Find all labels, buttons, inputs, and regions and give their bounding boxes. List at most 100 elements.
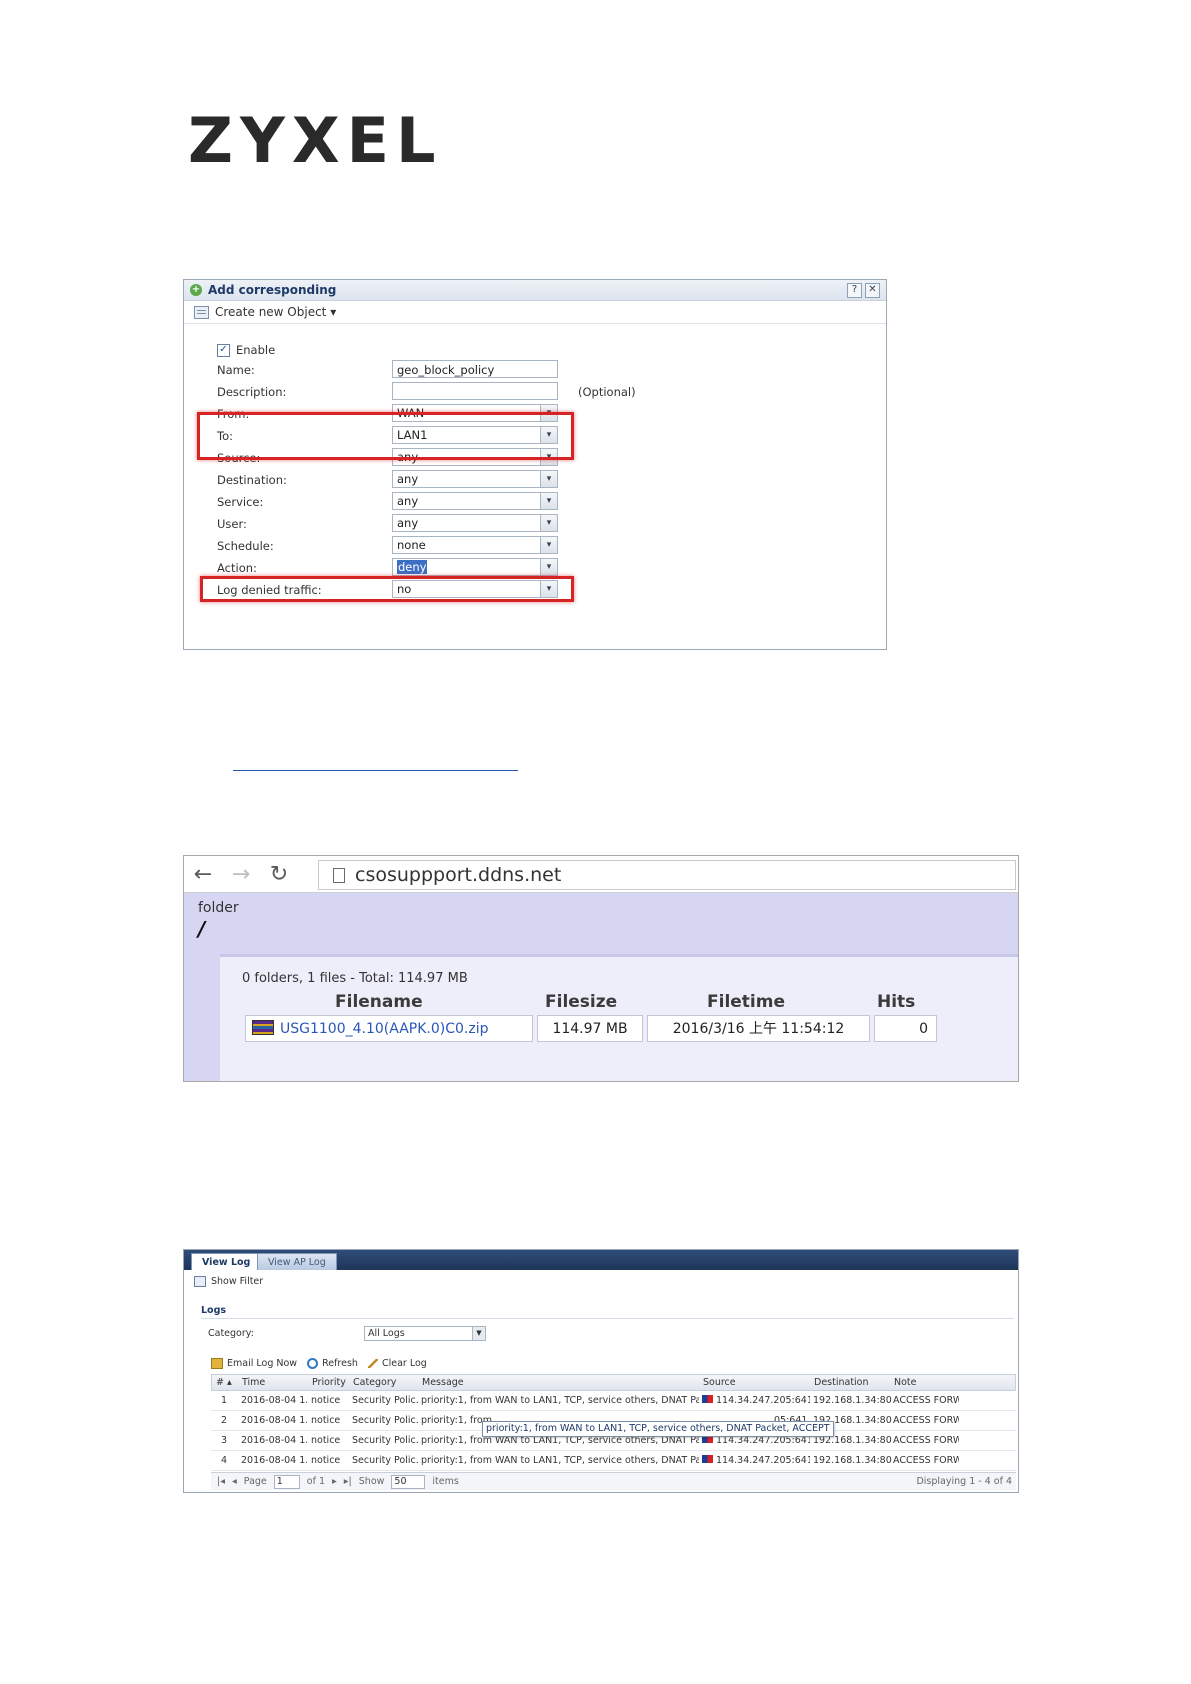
- message-tooltip: priority:1, from WAN to LAN1, TCP, servi…: [482, 1421, 834, 1437]
- category-label: Category:: [208, 1328, 254, 1339]
- action-label: Action:: [217, 561, 257, 575]
- chevron-down-icon[interactable]: ▾: [540, 559, 557, 575]
- url-input[interactable]: csosuppport.ddns.net: [318, 860, 1016, 890]
- row-category: Security Polic...: [352, 1455, 418, 1466]
- action-value: deny: [397, 560, 428, 574]
- row-priority: notice: [311, 1395, 341, 1406]
- flag-icon: [702, 1395, 713, 1403]
- clear-log-button[interactable]: Clear Log: [367, 1358, 427, 1369]
- row-source: 114.34.247.205:641...: [702, 1391, 810, 1410]
- optional-hint: (Optional): [578, 385, 636, 399]
- last-page-icon[interactable]: ▸|: [344, 1476, 352, 1487]
- forward-arrow-icon[interactable]: →: [222, 862, 260, 887]
- displaying-count: Displaying 1 - 4 of 4: [916, 1476, 1012, 1487]
- chevron-down-icon[interactable]: ▼: [472, 1327, 485, 1340]
- row-category: Security Polic...: [352, 1395, 418, 1406]
- refresh-icon: [307, 1358, 319, 1369]
- schedule-value: none: [397, 538, 426, 552]
- page-of-label: of 1: [306, 1476, 325, 1487]
- name-field[interactable]: geo_block_policy: [392, 360, 558, 378]
- table-row[interactable]: 4 2016-08-04 1... notice Security Polic.…: [211, 1451, 1016, 1471]
- first-page-icon[interactable]: |◂: [217, 1476, 225, 1487]
- add-icon: +: [190, 284, 202, 296]
- row-priority: notice: [311, 1415, 341, 1426]
- service-select[interactable]: any ▾: [392, 492, 558, 510]
- tab-view-ap-log[interactable]: View AP Log: [257, 1253, 337, 1270]
- page-input[interactable]: 1: [273, 1474, 300, 1489]
- table-row[interactable]: 1 2016-08-04 1... notice Security Polic.…: [211, 1391, 1016, 1411]
- category-value: All Logs: [368, 1328, 405, 1339]
- column-category[interactable]: Category: [353, 1375, 396, 1390]
- column-note[interactable]: Note: [894, 1375, 917, 1390]
- action-select[interactable]: deny ▾: [392, 558, 558, 576]
- column-destination[interactable]: Destination: [814, 1375, 869, 1390]
- chevron-down-icon[interactable]: ▾: [540, 515, 557, 531]
- row-source: 114.34.247.205:641...: [702, 1451, 810, 1470]
- folder-label: folder: [198, 900, 239, 916]
- file-link[interactable]: USG1100_4.10(AAPK.0)C0.zip: [280, 1021, 489, 1037]
- file-listing: 0 folders, 1 files - Total: 114.97 MB Fi…: [220, 954, 1018, 1081]
- clear-log-label: Clear Log: [381, 1358, 427, 1369]
- create-new-object-menu[interactable]: Create new Object ▾: [215, 305, 336, 319]
- email-log-now-label: Email Log Now: [227, 1358, 298, 1369]
- tab-view-log[interactable]: View Log: [191, 1253, 262, 1270]
- reload-icon[interactable]: ↻: [260, 862, 298, 887]
- logs-heading: Logs: [201, 1305, 227, 1316]
- back-arrow-icon[interactable]: ←: [184, 862, 222, 887]
- browser-window: ← → ↻ csosuppport.ddns.net folder / 0 fo…: [183, 855, 1019, 1082]
- prev-page-icon[interactable]: ◂: [232, 1476, 237, 1487]
- column-time[interactable]: Time: [242, 1375, 265, 1390]
- destination-select[interactable]: any ▾: [392, 470, 558, 488]
- enable-checkbox[interactable]: ✓: [217, 343, 230, 357]
- broom-icon: [367, 1359, 378, 1368]
- category-select[interactable]: All Logs ▼: [364, 1326, 486, 1341]
- column-message[interactable]: Message: [422, 1375, 464, 1390]
- row-source-text: 114.34.247.205:641...: [716, 1395, 810, 1406]
- service-label: Service:: [217, 495, 264, 509]
- help-icon[interactable]: ?: [847, 283, 862, 298]
- row-number: 1: [221, 1395, 228, 1406]
- destination-label: Destination:: [217, 473, 287, 487]
- pagination-bar: |◂ ◂ Page 1 of 1 ▸ ▸| Show 50 items Disp…: [211, 1472, 1016, 1490]
- chevron-down-icon[interactable]: ▾: [540, 537, 557, 553]
- from-to-highlight: [197, 412, 574, 460]
- row-time: 2016-08-04 1...: [241, 1395, 307, 1406]
- row-destination: 192.168.1.34:80: [813, 1455, 892, 1466]
- filetime-header: Filetime: [707, 992, 785, 1012]
- destination-value: any: [397, 472, 419, 486]
- flag-icon: [702, 1455, 713, 1463]
- show-filter-button[interactable]: Show Filter: [194, 1276, 263, 1287]
- column-source[interactable]: Source: [703, 1375, 736, 1390]
- row-note: ACCESS FORW...: [893, 1415, 959, 1426]
- hits-cell: 0: [874, 1015, 937, 1042]
- column-number[interactable]: # ▴: [216, 1375, 232, 1390]
- column-priority[interactable]: Priority: [312, 1375, 346, 1390]
- listing-summary: 0 folders, 1 files - Total: 114.97 MB: [242, 971, 468, 986]
- dialog-title-bar: + Add corresponding: [184, 280, 886, 301]
- page-size-select[interactable]: 50: [391, 1474, 426, 1489]
- row-note: ACCESS FORW...: [893, 1395, 959, 1406]
- filetime-cell: 2016/3/16 上午 11:54:12: [647, 1015, 870, 1042]
- row-destination: 192.168.1.34:80: [813, 1395, 892, 1406]
- description-field[interactable]: [392, 382, 558, 400]
- row-time: 2016-08-04 1...: [241, 1435, 307, 1446]
- row-category: Security Polic...: [352, 1435, 418, 1446]
- refresh-button[interactable]: Refresh: [307, 1358, 358, 1369]
- close-icon[interactable]: ✕: [865, 283, 880, 298]
- row-priority: notice: [311, 1455, 341, 1466]
- show-filter-label: Show Filter: [211, 1276, 264, 1287]
- row-number: 2: [221, 1415, 228, 1426]
- row-time: 2016-08-04 1...: [241, 1455, 307, 1466]
- email-log-now-button[interactable]: Email Log Now: [211, 1358, 297, 1369]
- row-priority: notice: [311, 1435, 341, 1446]
- page-label: Page: [243, 1476, 267, 1487]
- log-actions: Email Log Now Refresh Clear Log: [211, 1358, 427, 1369]
- chevron-down-icon[interactable]: ▾: [540, 471, 557, 487]
- name-label: Name:: [217, 363, 255, 377]
- row-number: 4: [221, 1455, 228, 1466]
- schedule-select[interactable]: none ▾: [392, 536, 558, 554]
- user-select[interactable]: any ▾: [392, 514, 558, 532]
- next-page-icon[interactable]: ▸: [332, 1476, 337, 1487]
- zyxel-logo: ZYXEL: [188, 104, 443, 177]
- chevron-down-icon[interactable]: ▾: [540, 493, 557, 509]
